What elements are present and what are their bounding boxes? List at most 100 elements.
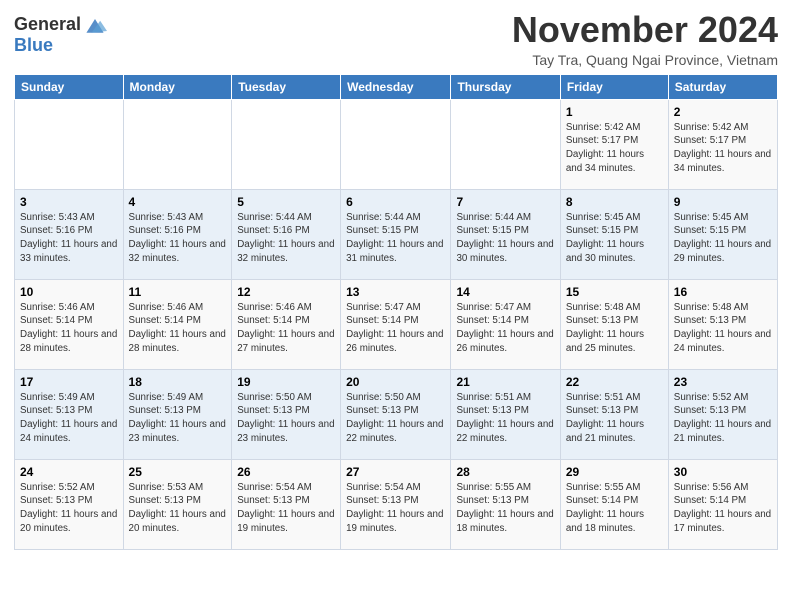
day-info: Sunrise: 5:45 AMSunset: 5:15 PMDaylight:… [674,211,772,266]
day-cell: 8 Sunrise: 5:45 AMSunset: 5:15 PMDaylight… [560,189,668,279]
day-info: Sunrise: 5:50 AMSunset: 5:13 PMDaylight:… [237,391,335,446]
day-number: 4 [129,195,227,209]
calendar-body: 1Sunrise: 5:42 AMSunset: 5:17 PMDaylight… [15,99,778,549]
day-number: 6 [346,195,445,209]
day-number: 11 [129,285,227,299]
day-info: Sunrise: 5:50 AMSunset: 5:13 PMDaylight:… [346,391,445,446]
day-number: 13 [346,285,445,299]
day-info: Sunrise: 5:48 AMSunset: 5:13 PMDaylight:… [566,301,663,356]
day-number: 12 [237,285,335,299]
weekday-header-monday: Monday [123,74,232,99]
day-number: 26 [237,465,335,479]
day-info: Sunrise: 5:46 AMSunset: 5:14 PMDaylight:… [20,301,118,356]
page: General Blue November 2024 Tay Tra, Quan… [0,0,792,560]
day-cell: 29 Sunrise: 5:55 AMSunset: 5:14 PMDayligh… [560,459,668,549]
day-number: 10 [20,285,118,299]
day-number: 22 [566,375,663,389]
day-info: Sunrise: 5:55 AMSunset: 5:14 PMDaylight:… [566,481,663,536]
day-info: Sunrise: 5:49 AMSunset: 5:13 PMDaylight:… [20,391,118,446]
day-info: Sunrise: 5:56 AMSunset: 5:14 PMDaylight:… [674,481,772,536]
day-cell: 11 Sunrise: 5:46 AMSunset: 5:14 PMDayligh… [123,279,232,369]
day-number: 30 [674,465,772,479]
day-number: 20 [346,375,445,389]
day-cell: 19 Sunrise: 5:50 AMSunset: 5:13 PMDayligh… [232,369,341,459]
day-info: Sunrise: 5:49 AMSunset: 5:13 PMDaylight:… [129,391,227,446]
day-cell: 15 Sunrise: 5:48 AMSunset: 5:13 PMDayligh… [560,279,668,369]
day-info: Sunrise: 5:44 AMSunset: 5:15 PMDaylight:… [456,211,554,266]
title-area: November 2024 Tay Tra, Quang Ngai Provin… [512,10,778,68]
day-info: Sunrise: 5:51 AMSunset: 5:13 PMDaylight:… [566,391,663,446]
day-cell: 23Sunrise: 5:52 AMSunset: 5:13 PMDayligh… [668,369,777,459]
day-info: Sunrise: 5:53 AMSunset: 5:13 PMDaylight:… [129,481,227,536]
week-row-3: 10 Sunrise: 5:46 AMSunset: 5:14 PMDayligh… [15,279,778,369]
day-cell: 5 Sunrise: 5:44 AMSunset: 5:16 PMDaylight… [232,189,341,279]
day-info: Sunrise: 5:48 AMSunset: 5:13 PMDaylight:… [674,301,772,356]
day-info: Sunrise: 5:46 AMSunset: 5:14 PMDaylight:… [129,301,227,356]
day-info: Sunrise: 5:45 AMSunset: 5:15 PMDaylight:… [566,211,663,266]
logo-blue: Blue [14,35,53,56]
day-cell: 28 Sunrise: 5:55 AMSunset: 5:13 PMDayligh… [451,459,560,549]
day-info: Sunrise: 5:43 AMSunset: 5:16 PMDaylight:… [129,211,227,266]
day-cell: 14Sunrise: 5:47 AMSunset: 5:14 PMDayligh… [451,279,560,369]
week-row-4: 17Sunrise: 5:49 AMSunset: 5:13 PMDayligh… [15,369,778,459]
day-cell: 26Sunrise: 5:54 AMSunset: 5:13 PMDayligh… [232,459,341,549]
day-cell: 30 Sunrise: 5:56 AMSunset: 5:14 PMDayligh… [668,459,777,549]
week-row-5: 24Sunrise: 5:52 AMSunset: 5:13 PMDayligh… [15,459,778,549]
day-cell: 18 Sunrise: 5:49 AMSunset: 5:13 PMDayligh… [123,369,232,459]
day-number: 25 [129,465,227,479]
weekday-header-wednesday: Wednesday [341,74,451,99]
weekday-header-saturday: Saturday [668,74,777,99]
day-number: 2 [674,105,772,119]
weekday-header-tuesday: Tuesday [232,74,341,99]
day-cell: 12 Sunrise: 5:46 AMSunset: 5:14 PMDayligh… [232,279,341,369]
day-number: 9 [674,195,772,209]
day-cell: 1Sunrise: 5:42 AMSunset: 5:17 PMDaylight… [560,99,668,189]
logo-area: General Blue [14,10,107,56]
day-number: 29 [566,465,663,479]
day-cell: 10 Sunrise: 5:46 AMSunset: 5:14 PMDayligh… [15,279,124,369]
day-info: Sunrise: 5:47 AMSunset: 5:14 PMDaylight:… [346,301,445,356]
day-cell [451,99,560,189]
week-row-2: 3 Sunrise: 5:43 AMSunset: 5:16 PMDaylight… [15,189,778,279]
weekday-header-thursday: Thursday [451,74,560,99]
weekday-header-row: SundayMondayTuesdayWednesdayThursdayFrid… [15,74,778,99]
day-info: Sunrise: 5:42 AMSunset: 5:17 PMDaylight:… [674,121,772,176]
day-cell: 3Sunrise: 5:43 AMSunset: 5:16 PMDaylight… [15,189,124,279]
day-number: 3 [20,195,118,209]
day-cell [232,99,341,189]
day-cell: 6Sunrise: 5:44 AMSunset: 5:15 PMDaylight… [341,189,451,279]
day-cell: 27Sunrise: 5:54 AMSunset: 5:13 PMDayligh… [341,459,451,549]
month-title: November 2024 [512,10,778,50]
day-number: 8 [566,195,663,209]
weekday-header-friday: Friday [560,74,668,99]
day-info: Sunrise: 5:52 AMSunset: 5:13 PMDaylight:… [20,481,118,536]
day-info: Sunrise: 5:42 AMSunset: 5:17 PMDaylight:… [566,121,663,176]
calendar-header: SundayMondayTuesdayWednesdayThursdayFrid… [15,74,778,99]
day-number: 27 [346,465,445,479]
day-cell: 22 Sunrise: 5:51 AMSunset: 5:13 PMDayligh… [560,369,668,459]
day-cell: 7 Sunrise: 5:44 AMSunset: 5:15 PMDaylight… [451,189,560,279]
day-info: Sunrise: 5:44 AMSunset: 5:16 PMDaylight:… [237,211,335,266]
day-number: 7 [456,195,554,209]
day-number: 18 [129,375,227,389]
day-number: 5 [237,195,335,209]
day-info: Sunrise: 5:46 AMSunset: 5:14 PMDaylight:… [237,301,335,356]
day-number: 16 [674,285,772,299]
calendar-table: SundayMondayTuesdayWednesdayThursdayFrid… [14,74,778,550]
day-cell [123,99,232,189]
day-info: Sunrise: 5:47 AMSunset: 5:14 PMDaylight:… [456,301,554,356]
day-number: 15 [566,285,663,299]
day-number: 23 [674,375,772,389]
day-cell: 13 Sunrise: 5:47 AMSunset: 5:14 PMDayligh… [341,279,451,369]
logo-icon [83,15,107,35]
location-subtitle: Tay Tra, Quang Ngai Province, Vietnam [512,52,778,68]
header: General Blue November 2024 Tay Tra, Quan… [14,10,778,68]
day-cell: 21Sunrise: 5:51 AMSunset: 5:13 PMDayligh… [451,369,560,459]
day-cell: 25 Sunrise: 5:53 AMSunset: 5:13 PMDayligh… [123,459,232,549]
logo-general: General [14,14,81,35]
day-number: 21 [456,375,554,389]
day-number: 28 [456,465,554,479]
day-info: Sunrise: 5:55 AMSunset: 5:13 PMDaylight:… [456,481,554,536]
day-number: 19 [237,375,335,389]
day-cell: 24Sunrise: 5:52 AMSunset: 5:13 PMDayligh… [15,459,124,549]
